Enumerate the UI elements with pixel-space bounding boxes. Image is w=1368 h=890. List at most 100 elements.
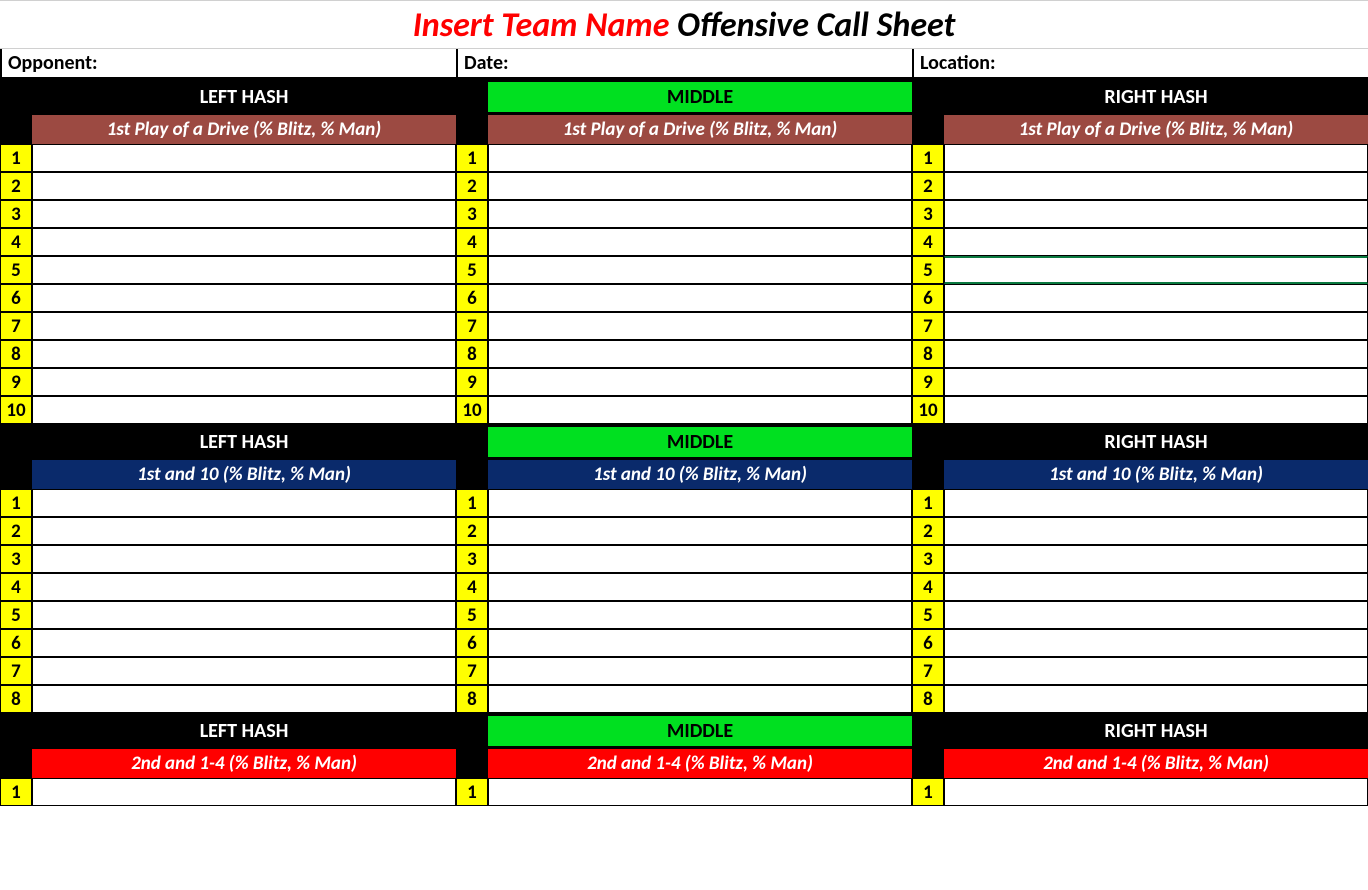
play-cell[interactable]: [32, 601, 456, 629]
play-cell[interactable]: [32, 489, 456, 517]
hash-header-middle: MIDDLE: [456, 79, 912, 115]
play-cell[interactable]: [944, 778, 1368, 806]
play-row-number: 2: [456, 517, 488, 545]
section-subheader-label: 2nd and 1-4 (% Blitz, % Man): [944, 749, 1368, 778]
play-cell[interactable]: [488, 312, 912, 340]
play-cell[interactable]: [944, 396, 1368, 424]
play-cell[interactable]: [944, 144, 1368, 172]
play-row: 5: [912, 256, 1368, 284]
play-row: 10: [456, 396, 912, 424]
play-cell[interactable]: [488, 489, 912, 517]
play-cell[interactable]: [488, 228, 912, 256]
section-subheader: 1st and 10 (% Blitz, % Man): [456, 460, 912, 489]
hash-header-left: LEFT HASH: [0, 79, 456, 115]
play-row-number: 7: [0, 312, 32, 340]
play-cell[interactable]: [944, 629, 1368, 657]
play-row-number: 7: [0, 657, 32, 685]
date-label[interactable]: Date:: [456, 49, 912, 77]
row-number-gutter: [456, 115, 488, 144]
play-cell[interactable]: [488, 545, 912, 573]
row-number-gutter: [912, 749, 944, 778]
play-cell[interactable]: [32, 256, 456, 284]
play-cell[interactable]: [32, 340, 456, 368]
play-row-number: 4: [0, 573, 32, 601]
play-row-number: 1: [912, 144, 944, 172]
section-subheader: 2nd and 1-4 (% Blitz, % Man): [456, 749, 912, 778]
play-cell[interactable]: [488, 284, 912, 312]
play-cell[interactable]: [488, 256, 912, 284]
play-row-number: 9: [0, 368, 32, 396]
play-cell[interactable]: [944, 312, 1368, 340]
play-cell[interactable]: [488, 340, 912, 368]
section-subheader: 2nd and 1-4 (% Blitz, % Man): [912, 749, 1368, 778]
play-cell[interactable]: [944, 340, 1368, 368]
play-cell[interactable]: [32, 657, 456, 685]
play-cell[interactable]: [944, 368, 1368, 396]
play-row: 9: [456, 368, 912, 396]
play-cell[interactable]: [944, 172, 1368, 200]
page-title: Insert Team Name Offensive Call Sheet: [0, 0, 1368, 49]
play-cell[interactable]: [488, 144, 912, 172]
play-cell[interactable]: [488, 778, 912, 806]
play-row-number: 4: [912, 573, 944, 601]
play-cell[interactable]: [944, 685, 1368, 713]
play-row-number: 4: [0, 228, 32, 256]
play-cell[interactable]: [488, 396, 912, 424]
row-number-gutter: [0, 82, 32, 112]
play-cell[interactable]: [944, 601, 1368, 629]
play-cell[interactable]: [32, 517, 456, 545]
play-row: 6: [456, 284, 912, 312]
section-subheader: 2nd and 1-4 (% Blitz, % Man): [0, 749, 456, 778]
row-number-gutter: [0, 460, 32, 489]
info-row: Opponent: Date: Location:: [0, 49, 1368, 79]
play-cell[interactable]: [488, 601, 912, 629]
play-cell[interactable]: [944, 517, 1368, 545]
opponent-label[interactable]: Opponent:: [0, 49, 456, 77]
section-subheader-label: 1st and 10 (% Blitz, % Man): [32, 460, 456, 489]
play-cell[interactable]: [32, 396, 456, 424]
play-cell[interactable]: [944, 545, 1368, 573]
play-cell[interactable]: [944, 228, 1368, 256]
play-row: 8: [912, 340, 1368, 368]
play-cell[interactable]: [32, 629, 456, 657]
play-cell[interactable]: [32, 172, 456, 200]
location-label[interactable]: Location:: [912, 49, 1368, 77]
play-row: 4: [912, 573, 1368, 601]
play-cell[interactable]: [488, 172, 912, 200]
play-cell[interactable]: [488, 657, 912, 685]
play-cell[interactable]: [32, 284, 456, 312]
play-row-number: 3: [0, 545, 32, 573]
play-cell[interactable]: [32, 144, 456, 172]
play-cell[interactable]: [32, 200, 456, 228]
title-suffix: Offensive Call Sheet: [669, 5, 955, 46]
play-cell[interactable]: [488, 685, 912, 713]
play-cell[interactable]: [944, 489, 1368, 517]
play-cell[interactable]: [32, 573, 456, 601]
play-row: 6: [0, 629, 456, 657]
play-cell[interactable]: [32, 778, 456, 806]
play-row-number: 10: [0, 396, 32, 424]
play-row: 8: [456, 685, 912, 713]
play-cell[interactable]: [488, 573, 912, 601]
play-cell-selected[interactable]: [944, 256, 1368, 284]
play-cell[interactable]: [32, 368, 456, 396]
play-cell[interactable]: [488, 368, 912, 396]
play-cell[interactable]: [488, 200, 912, 228]
play-cell[interactable]: [32, 312, 456, 340]
play-row-number: 2: [912, 517, 944, 545]
play-cell[interactable]: [944, 657, 1368, 685]
play-cell[interactable]: [944, 200, 1368, 228]
play-cell[interactable]: [488, 629, 912, 657]
play-cell[interactable]: [944, 573, 1368, 601]
play-cell[interactable]: [32, 545, 456, 573]
play-row: 2: [0, 172, 456, 200]
play-cell[interactable]: [32, 685, 456, 713]
play-row: 5: [0, 601, 456, 629]
section-subheader-label: 1st and 10 (% Blitz, % Man): [944, 460, 1368, 489]
play-row-number: 7: [912, 657, 944, 685]
row-number-gutter: [912, 716, 944, 746]
play-row: 3: [456, 545, 912, 573]
play-cell[interactable]: [944, 284, 1368, 312]
play-cell[interactable]: [32, 228, 456, 256]
play-cell[interactable]: [488, 517, 912, 545]
